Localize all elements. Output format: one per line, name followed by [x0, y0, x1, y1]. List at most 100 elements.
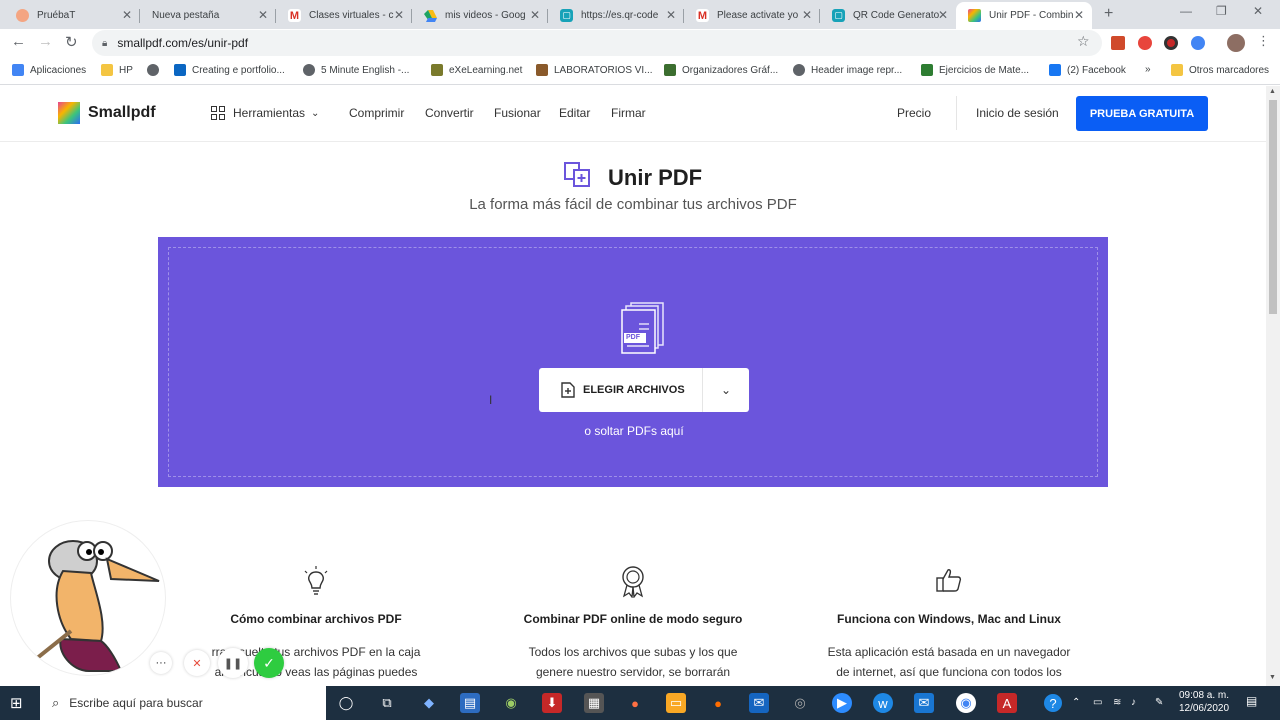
volume-icon[interactable]: ♪ [1131, 696, 1136, 709]
close-icon[interactable]: ✕ [1074, 8, 1084, 22]
bookmark-item[interactable]: LABORATORIOS VI... [536, 64, 653, 76]
free-trial-button[interactable]: PRUEBA GRATUITA [1076, 96, 1208, 131]
minimize-icon[interactable]: — [1180, 4, 1192, 18]
nav-edit[interactable]: Editar [559, 106, 590, 120]
bookmark-item[interactable] [147, 64, 165, 76]
acrobat-icon[interactable]: A [997, 693, 1017, 713]
new-tab-icon[interactable]: + [1104, 5, 1113, 23]
feature-text: Esta aplicación está basada en un navega… [799, 642, 1099, 682]
taskbar-search[interactable]: ⌕ Escribe aquí para buscar [40, 686, 326, 720]
bookmark-item[interactable]: Header image repr... [793, 64, 902, 76]
scroll-down-icon[interactable]: ▼ [1269, 674, 1276, 681]
file-explorer-icon[interactable]: ▭ [666, 693, 686, 713]
scroll-up-icon[interactable]: ▲ [1269, 88, 1276, 95]
nav-compress[interactable]: Comprimir [349, 106, 404, 120]
confirm-recording-icon[interactable]: ✓ [254, 648, 284, 678]
nav-pricing[interactable]: Precio [897, 106, 931, 120]
browser-tab[interactable]: ▢ https://es.qr-code ✕ [548, 2, 684, 29]
pen-icon[interactable]: ✎ [1155, 696, 1163, 709]
extension-icon[interactable] [1164, 36, 1178, 50]
calculator-icon[interactable]: ▦ [584, 693, 604, 713]
choose-files-button[interactable]: ELEGIR ARCHIVOS [539, 368, 703, 412]
extension-icon[interactable] [1191, 36, 1205, 50]
pause-icon[interactable]: ❚❚ [218, 648, 248, 678]
back-icon[interactable]: ← [11, 33, 26, 50]
profile-avatar-icon[interactable] [1227, 34, 1245, 52]
bookmark-label: Creating e portfolio... [192, 64, 285, 76]
close-icon[interactable]: ✕ [122, 8, 132, 22]
browser-tab[interactable]: PruébaT ✕ [4, 2, 140, 29]
reload-icon[interactable]: ↻ [65, 33, 78, 51]
close-icon[interactable]: ✕ [666, 8, 676, 22]
app-icon[interactable]: ◉ [501, 693, 521, 713]
app-icon[interactable]: ● [625, 693, 645, 713]
windows-start-icon[interactable]: ⊞ [10, 694, 23, 712]
chevron-up-icon[interactable]: ⌃ [1072, 696, 1080, 709]
browser-tab[interactable]: ▢ QR Code Generato ✕ [820, 2, 956, 29]
browser-tab-active[interactable]: Unir PDF - Combin ✕ [956, 2, 1092, 29]
download-app-icon[interactable]: ⬇ [542, 693, 562, 713]
zoom-icon[interactable]: ▶ [832, 693, 852, 713]
mail-icon[interactable]: ✉ [749, 693, 769, 713]
bookmark-item[interactable]: 5 Minute English -... [303, 64, 409, 76]
notifications-icon[interactable]: ▤ [1246, 695, 1257, 708]
extension-icon[interactable] [1138, 36, 1152, 50]
bookmark-item[interactable]: Ejercicios de Mate... [921, 64, 1029, 76]
file-dropzone[interactable]: PDF ELEGIR ARCHIVOS ⌄ o soltar PDFs aquí… [158, 237, 1108, 487]
close-icon[interactable]: ✕ [938, 8, 948, 22]
browser-tab[interactable]: mis videos - Goog ✕ [412, 2, 548, 29]
pdf-extension-icon[interactable] [1111, 36, 1125, 50]
address-bar[interactable]: 🔒︎ smallpdf.com/es/unir-pdf [92, 30, 1102, 56]
help-icon[interactable]: ? [1044, 694, 1062, 712]
login-link[interactable]: Inicio de sesión [976, 106, 1059, 120]
mail-app-icon[interactable]: ✉ [914, 693, 934, 713]
tools-menu[interactable]: Herramientas ⌄ [211, 106, 319, 120]
bookmark-item[interactable]: Creating e portfolio... [174, 64, 285, 76]
globe-icon [303, 64, 315, 76]
firefox-icon[interactable]: ● [708, 693, 728, 713]
nav-merge[interactable]: Fusionar [494, 106, 541, 120]
task-view-icon[interactable]: ⧉ [377, 693, 397, 713]
chevron-down-icon[interactable]: ⌄ [703, 383, 749, 397]
bookmarks-overflow-button[interactable]: » [1145, 64, 1151, 75]
word-icon[interactable]: w [873, 693, 893, 713]
cortana-icon[interactable]: ◯ [336, 693, 356, 713]
bookmark-star-icon[interactable]: ☆ [1077, 33, 1090, 50]
bookmark-item[interactable]: Aplicaciones [12, 64, 86, 76]
feature-line: Todos los archivos que subas y los que [528, 645, 738, 659]
battery-icon[interactable]: ▭ [1093, 696, 1102, 709]
wifi-icon[interactable]: ≋ [1113, 696, 1121, 709]
tab-title: Nueva pestaña [152, 10, 220, 21]
browser-tab[interactable]: M Please activate yo ✕ [684, 2, 820, 29]
app-icon[interactable]: ◎ [790, 693, 810, 713]
more-options-icon[interactable]: ··· [150, 652, 172, 674]
close-icon[interactable]: ✕ [258, 8, 268, 22]
dropbox-icon[interactable]: ◆ [419, 693, 439, 713]
forward-icon[interactable]: → [38, 33, 53, 50]
feature-title: Combinar PDF online de modo seguro [523, 612, 743, 626]
page-scrollbar[interactable]: ▲ ▼ [1266, 86, 1280, 686]
nav-convert[interactable]: Convertir [425, 106, 474, 120]
bookmark-item[interactable]: Organizadores Gráf... [664, 64, 778, 76]
chrome-icon[interactable]: ◉ [956, 693, 976, 713]
clock[interactable]: 09:08 a. m. 12/06/2020 [1174, 689, 1234, 715]
bookmark-item[interactable]: HP [101, 64, 133, 76]
store-icon[interactable]: ▤ [460, 693, 480, 713]
nav-sign[interactable]: Firmar [611, 106, 646, 120]
browser-tab[interactable]: M Clases virtuales - c ✕ [276, 2, 412, 29]
cancel-recording-icon[interactable]: ✕ [184, 650, 210, 676]
close-icon[interactable]: ✕ [394, 8, 404, 22]
close-window-icon[interactable]: ✕ [1253, 4, 1263, 18]
scroll-thumb[interactable] [1269, 100, 1277, 314]
text-cursor-icon: I [489, 393, 493, 407]
bookmark-item[interactable]: eXeLearning.net [431, 64, 522, 76]
close-icon[interactable]: ✕ [802, 8, 812, 22]
dropzone-border: PDF ELEGIR ARCHIVOS ⌄ o soltar PDFs aquí… [168, 247, 1098, 477]
other-bookmarks[interactable]: Otros marcadores [1171, 64, 1269, 76]
close-icon[interactable]: ✕ [530, 8, 540, 22]
browser-tab[interactable]: Nueva pestaña ✕ [140, 2, 276, 29]
restore-icon[interactable]: ❐ [1216, 4, 1227, 18]
site-logo[interactable]: Smallpdf [58, 102, 156, 124]
bookmark-item[interactable]: (2) Facebook [1049, 64, 1126, 76]
menu-dots-icon[interactable]: ⋮ [1257, 33, 1270, 49]
